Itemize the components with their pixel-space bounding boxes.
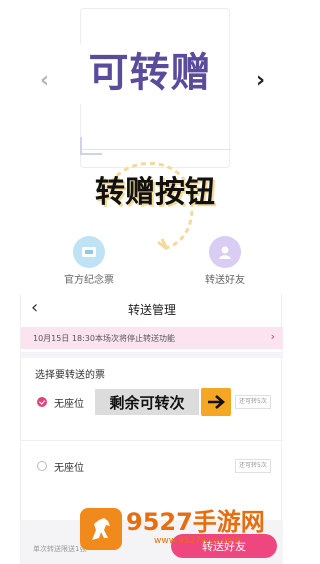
horse-logo-icon: [80, 508, 122, 550]
friend-avatar-icon: [209, 236, 241, 268]
ticket-carousel: ‹ › 可转赠 转赠按钮 官方纪念票 转送好友: [0, 0, 300, 292]
headline-banner: 可转赠: [76, 44, 224, 104]
official-ticket-label: 官方纪念票: [64, 275, 114, 286]
page-title: 转送管理: [127, 303, 176, 317]
transfer-button-annotation-text: 转赠按钮: [95, 175, 215, 210]
select-ticket-heading: 选择要转送的票: [35, 370, 105, 381]
chevron-right-icon: ›: [270, 330, 275, 343]
ticket-radio-unchecked[interactable]: [37, 461, 47, 471]
transfer-button-annotation: 转赠按钮: [80, 170, 230, 218]
transfer-limit-hint: 单次转送限送1张: [33, 545, 87, 553]
row-divider: [21, 440, 283, 441]
notice-text: 10月15日 18:30本场次将停止转送功能: [33, 333, 175, 343]
remaining-count-tag: 还可转5次: [235, 395, 271, 409]
official-ticket-action[interactable]: 官方纪念票: [44, 236, 134, 287]
ticket-radio-checked[interactable]: [37, 397, 47, 407]
transfer-friend-label: 转送好友: [205, 275, 245, 286]
watermark-url: www.9527wyx.com: [154, 536, 242, 546]
remaining-count-tag: 还可转5次: [235, 459, 271, 473]
remaining-transfers-annotation-text: 剩余可转次: [109, 393, 185, 412]
section-divider: [21, 352, 283, 358]
watermark-site-name: 9527手游网: [126, 508, 265, 536]
headline-text: 可转赠: [88, 50, 212, 96]
remaining-transfers-annotation: 剩余可转次: [95, 389, 199, 415]
arrow-right-icon: [201, 388, 231, 416]
transfer-notice-bar[interactable]: 10月15日 18:30本场次将停止转送功能 ›: [21, 327, 283, 349]
ticket-row[interactable]: 无座位 还可转5次: [21, 452, 283, 482]
carousel-prev-button[interactable]: ‹: [40, 70, 49, 92]
ticket-label: 无座位: [54, 399, 84, 410]
transfer-friend-action[interactable]: 转送好友: [180, 236, 270, 287]
ticket-card-icon: [73, 236, 105, 268]
ticket-label: 无座位: [54, 463, 84, 474]
carousel-next-button[interactable]: ›: [256, 70, 265, 92]
page-header: ‹ 转送管理: [21, 294, 283, 326]
